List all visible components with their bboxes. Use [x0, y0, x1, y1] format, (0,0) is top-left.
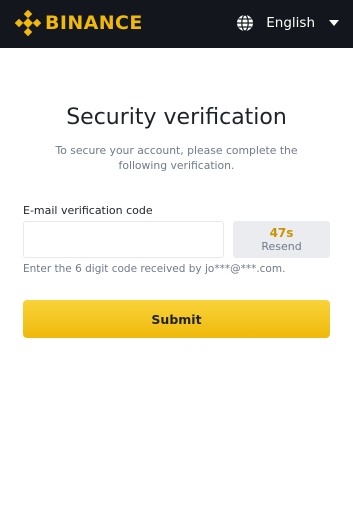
- email-code-label: E-mail verification code: [23, 204, 153, 217]
- brand-name: BINANCE: [45, 12, 143, 34]
- language-selector[interactable]: English: [236, 11, 339, 35]
- caret-down-icon: [329, 20, 339, 26]
- resend-countdown: 47s: [269, 226, 294, 240]
- email-code-input[interactable]: [23, 221, 224, 258]
- page-subtitle: To secure your account, please complete …: [55, 144, 298, 172]
- code-hint: Enter the 6 digit code received by jo***…: [23, 263, 286, 275]
- resend-button[interactable]: 47s Resend: [233, 221, 330, 258]
- submit-button[interactable]: Submit: [23, 300, 330, 338]
- binance-logo[interactable]: BINANCE: [14, 9, 154, 37]
- resend-label: Resend: [261, 240, 302, 253]
- globe-icon: [237, 14, 254, 32]
- binance-diamond-logo-icon: [14, 9, 42, 37]
- page-title: Security verification: [66, 105, 287, 130]
- top-header: BINANCE English: [0, 0, 353, 48]
- language-label: English: [266, 15, 315, 31]
